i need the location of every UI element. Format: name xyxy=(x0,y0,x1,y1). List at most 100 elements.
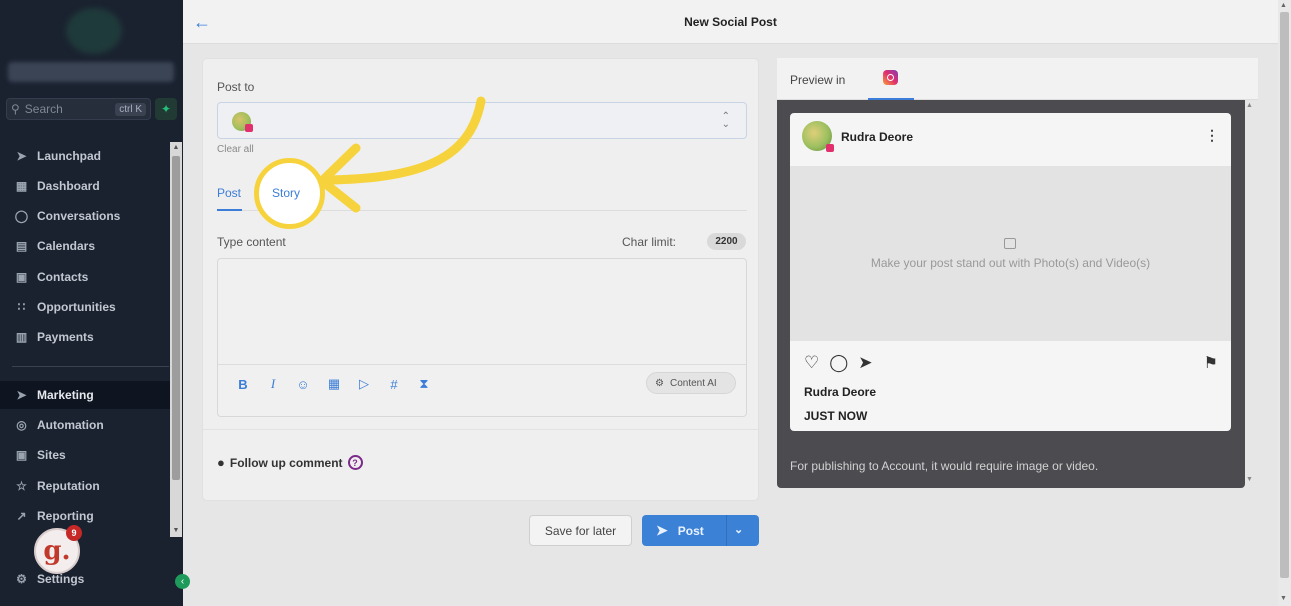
search-input[interactable]: ⚲ Search ctrl K xyxy=(6,98,151,120)
sidebar-item-calendars[interactable]: ▤ Calendars xyxy=(0,232,170,260)
char-limit-label: Char limit: xyxy=(621,235,676,249)
preview-scrollbar[interactable]: ▲ ▼ xyxy=(1246,100,1256,488)
scroll-up-icon[interactable]: ▲ xyxy=(170,142,182,154)
scroll-up-icon[interactable]: ▲ xyxy=(1246,102,1253,109)
sidebar-item-label: Sites xyxy=(37,448,66,462)
search-shortcut: ctrl K xyxy=(115,102,146,116)
company-logo[interactable] xyxy=(66,8,122,54)
follow-up-comment[interactable]: ● Follow up comment ? xyxy=(217,455,363,470)
opportunities-icon: ∷ xyxy=(17,300,26,314)
preview-in-label: Preview in xyxy=(790,73,846,87)
send-icon: ➤ xyxy=(656,522,668,538)
card-divider xyxy=(203,429,758,430)
sidebar-item-label: Conversations xyxy=(37,209,121,223)
clear-all-link[interactable]: Clear all xyxy=(217,144,254,155)
more-options-icon[interactable]: ⋮ xyxy=(1205,127,1219,144)
editor-toolbar-divider xyxy=(218,364,746,365)
type-content-label: Type content xyxy=(217,235,286,249)
ai-sparkle-button[interactable]: ✦ xyxy=(155,98,177,120)
emoji-icon[interactable]: ☺ xyxy=(295,376,311,392)
page-scroll-thumb[interactable] xyxy=(1280,12,1289,578)
active-tab-indicator xyxy=(217,209,242,211)
robot-icon: ⚙ xyxy=(655,377,664,389)
post-actions: ♡ ◯ ➤ xyxy=(804,353,873,373)
instagram-badge-icon xyxy=(245,124,253,132)
bold-icon[interactable]: B xyxy=(235,376,251,392)
sidebar-item-label: Marketing xyxy=(37,388,94,402)
contacts-icon: ▣ xyxy=(15,270,28,284)
preview-account-name: Rudra Deore xyxy=(841,130,914,144)
tag-icon[interactable]: ⧗ xyxy=(416,376,432,392)
sidebar-scroll-thumb[interactable] xyxy=(172,156,180,480)
star-icon: ☆ xyxy=(16,479,27,493)
post-to-label: Post to xyxy=(217,80,255,94)
scroll-down-icon[interactable]: ▼ xyxy=(1280,595,1287,602)
sidebar-item-reputation[interactable]: ☆ Reputation xyxy=(0,472,170,500)
help-icon[interactable]: ? xyxy=(347,455,363,470)
collapse-sidebar-button[interactable]: ‹ xyxy=(175,574,190,589)
media-placeholder-text: Make your post stand out with Photo(s) a… xyxy=(870,256,1151,270)
sidebar-item-label: Opportunities xyxy=(37,300,116,314)
content-ai-button[interactable]: ⚙ Content AI xyxy=(646,372,736,394)
sidebar-item-label: Payments xyxy=(37,330,94,344)
chevron-down-icon[interactable]: ⌄ xyxy=(734,523,743,536)
sidebar-item-automation[interactable]: ◎ Automation xyxy=(0,411,170,439)
sidebar-item-label: Launchpad xyxy=(37,149,102,163)
gear-icon: ⚙ xyxy=(16,572,27,586)
chevron-updown-icon: ⌃ ⌄ xyxy=(721,111,730,130)
post-button-label: Post xyxy=(677,523,704,538)
grid-icon: ▦ xyxy=(15,179,28,193)
search-placeholder: Search xyxy=(24,102,63,116)
chevron-left-icon: ‹ xyxy=(180,576,185,587)
image-icon[interactable]: ▦ xyxy=(326,376,342,392)
italic-icon[interactable]: I xyxy=(265,376,281,392)
sidebar-divider xyxy=(12,366,169,367)
share-icon: ➤ xyxy=(858,353,873,372)
page-title: New Social Post xyxy=(684,15,777,29)
comment-bubble-icon: ◯ xyxy=(829,353,849,372)
sidebar-item-payments[interactable]: ▥ Payments xyxy=(0,323,170,351)
sidebar-item-reporting[interactable]: ↗ Reporting xyxy=(0,502,170,530)
media-placeholder: Make your post stand out with Photo(s) a… xyxy=(790,166,1231,341)
sidebar-item-opportunities[interactable]: ∷ Opportunities xyxy=(0,293,170,321)
sidebar-item-settings[interactable]: ⚙ Settings xyxy=(0,565,170,593)
tab-story[interactable]: Story xyxy=(272,186,300,200)
content-ai-label: Content AI xyxy=(669,377,717,389)
scroll-down-icon[interactable]: ▼ xyxy=(1246,476,1253,483)
sidebar-item-label: Settings xyxy=(37,572,85,586)
preview-username: Rudra Deore xyxy=(804,385,877,399)
receipt-icon: ▥ xyxy=(15,330,28,344)
account-switcher[interactable] xyxy=(8,62,174,82)
scroll-down-icon[interactable]: ▼ xyxy=(170,525,182,537)
hashtag-icon[interactable]: # xyxy=(386,376,402,392)
video-icon[interactable]: ▷ xyxy=(356,376,372,392)
sidebar: ⚲ Search ctrl K ✦ ➤ Launchpad ▦ Dashboard … xyxy=(0,0,190,606)
sidebar-item-label: Contacts xyxy=(37,270,89,284)
scroll-up-icon[interactable]: ▲ xyxy=(1280,2,1287,9)
instagram-icon[interactable] xyxy=(883,70,898,85)
post-button-separator xyxy=(726,515,727,546)
preview-panel: Rudra Deore ⋮ Make your post stand out w… xyxy=(777,100,1245,488)
sidebar-item-contacts[interactable]: ▣ Contacts xyxy=(0,263,170,291)
follow-up-label: Follow up comment xyxy=(229,455,343,470)
sidebar-item-conversations[interactable]: ◯ Conversations xyxy=(0,202,170,230)
rocket-icon: ➤ xyxy=(16,149,27,163)
sidebar-item-label: Reputation xyxy=(37,479,100,493)
sidebar-item-label: Dashboard xyxy=(37,179,100,193)
content-editor[interactable]: B I ☺ ▦ ▷ # ⧗ ⚙ Content AI xyxy=(217,258,747,417)
trend-icon: ↗ xyxy=(16,509,27,523)
notification-badge: 9 xyxy=(66,525,82,541)
sidebar-item-launchpad[interactable]: ➤ Launchpad xyxy=(0,142,170,170)
post-to-select[interactable]: ⌃ ⌄ xyxy=(217,102,747,139)
sidebar-item-label: Reporting xyxy=(37,509,94,523)
preview-header: Preview in xyxy=(777,58,1258,100)
calendar-icon: ▤ xyxy=(15,239,28,253)
tab-post[interactable]: Post xyxy=(217,186,241,200)
save-for-later-button[interactable]: Save for later xyxy=(529,515,632,546)
sidebar-item-marketing[interactable]: ➤ Marketing xyxy=(0,381,170,409)
composer-card: Post to ⌃ ⌄ Clear all Post Story Type con… xyxy=(202,58,759,501)
instagram-post-preview: Rudra Deore ⋮ Make your post stand out w… xyxy=(790,113,1231,431)
sidebar-item-dashboard[interactable]: ▦ Dashboard xyxy=(0,172,170,200)
post-button[interactable]: ➤ Post ⌄ xyxy=(642,515,759,546)
sidebar-item-sites[interactable]: ▣ Sites xyxy=(0,441,170,469)
